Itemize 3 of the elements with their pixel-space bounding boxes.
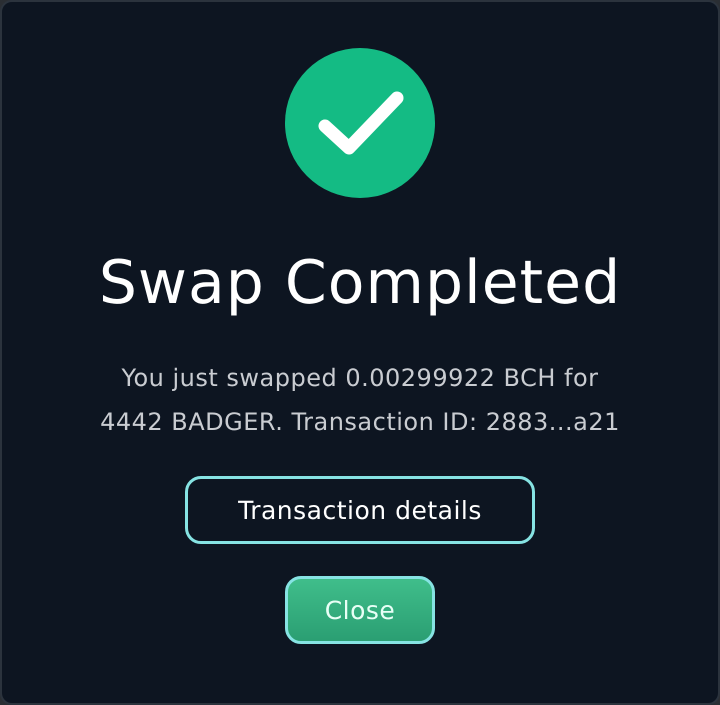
details-button[interactable]: Transaction details — [185, 476, 535, 544]
message-text: You just swapped 0.00299922 BCH for 4442 BADGER. Transaction ID: 2883...a21 — [100, 363, 620, 438]
dialog-title: Swap Completed — [98, 250, 622, 316]
